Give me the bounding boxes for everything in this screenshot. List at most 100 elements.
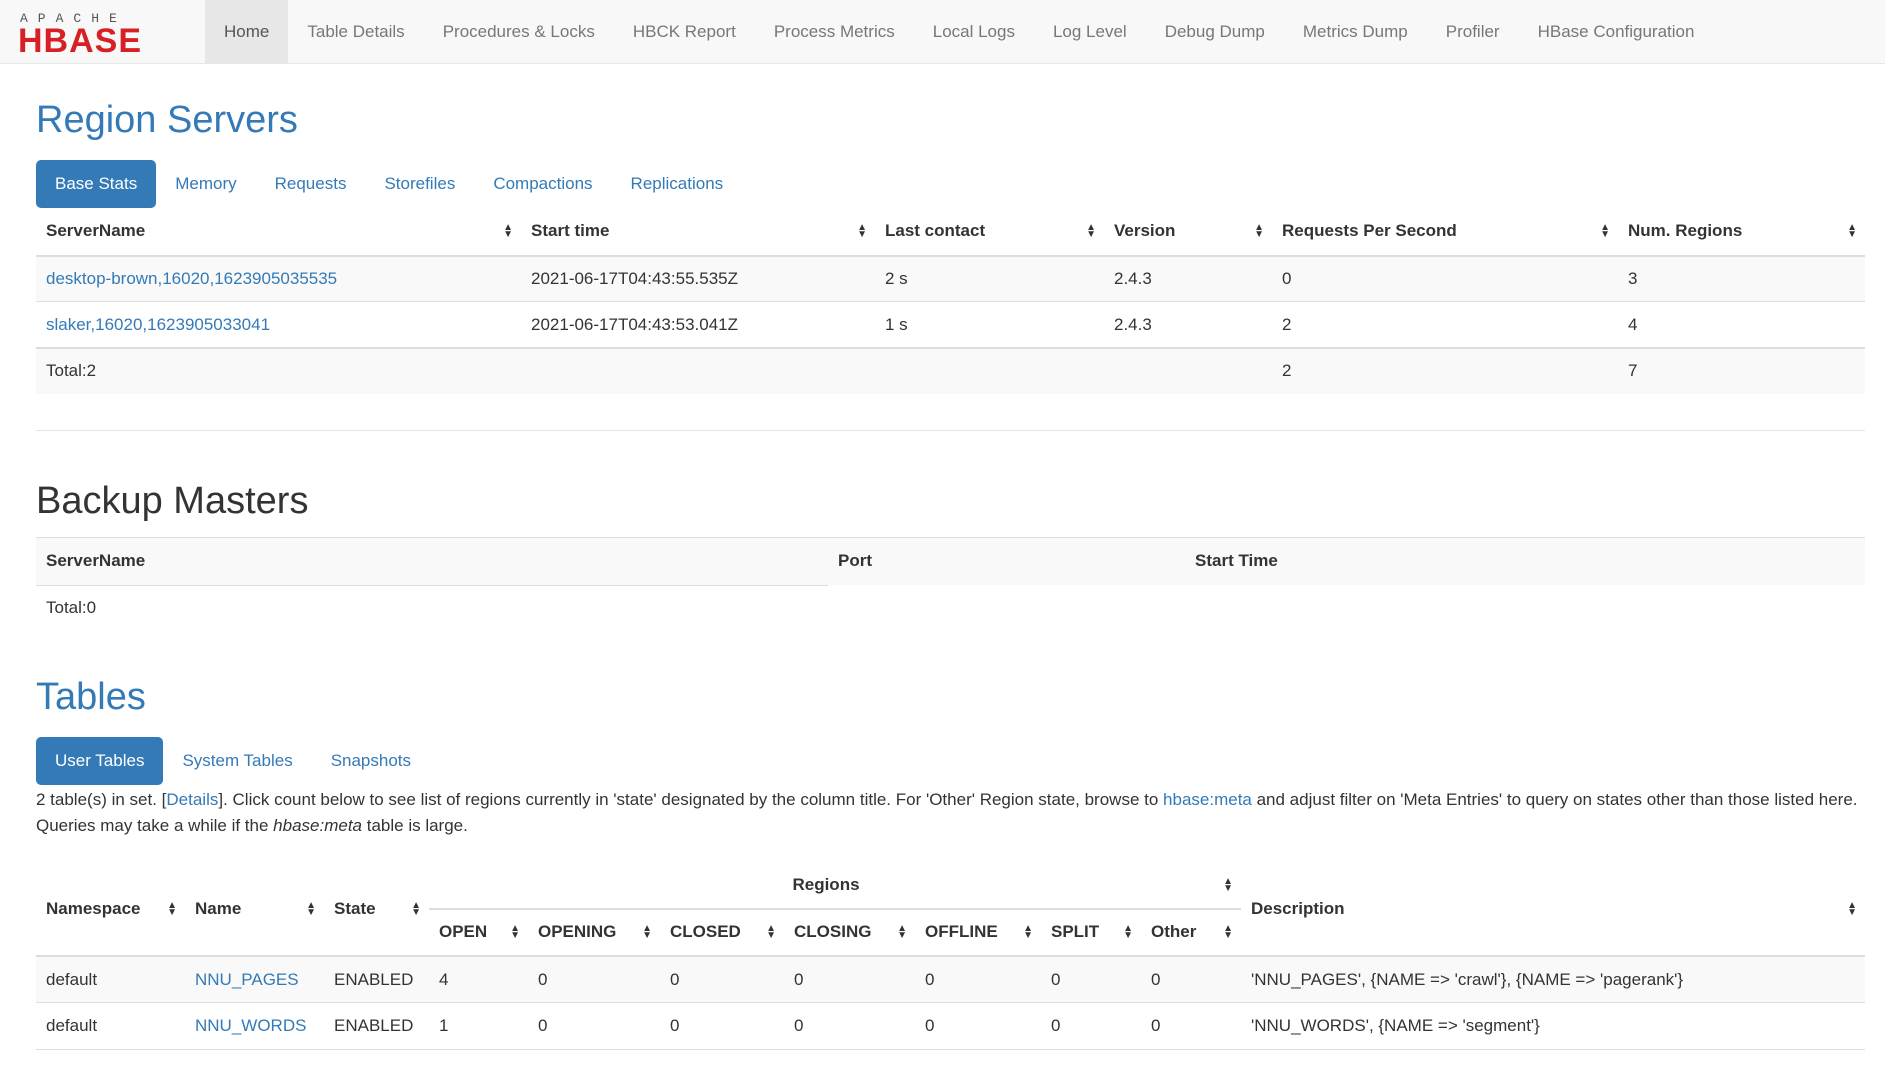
nav-local-logs[interactable]: Local Logs — [914, 0, 1034, 63]
nav-procedures-locks[interactable]: Procedures & Locks — [424, 0, 614, 63]
tab-replications[interactable]: Replications — [612, 160, 743, 208]
sort-icon: ▲ ▼ — [857, 222, 867, 241]
table-name-link[interactable]: NNU_PAGES — [195, 970, 299, 989]
tab-system-tables[interactable]: System Tables — [163, 737, 311, 785]
namespace-cell: default — [36, 955, 185, 1003]
col-opening[interactable]: OPENING ▲ ▼ — [528, 909, 660, 956]
col-closed[interactable]: CLOSED ▲ ▼ — [660, 909, 784, 956]
total-label: Total:2 — [46, 361, 97, 381]
col-num-regions[interactable]: Num. Regions ▲ ▼ — [1618, 208, 1865, 256]
nav-profiler[interactable]: Profiler — [1427, 0, 1519, 63]
opening-count[interactable]: 0 — [528, 1003, 660, 1050]
nav-process-metrics[interactable]: Process Metrics — [755, 0, 914, 63]
col-servername[interactable]: ServerName ▲ ▼ — [36, 208, 521, 256]
col-offline[interactable]: OFFLINE ▲ ▼ — [915, 909, 1041, 956]
tab-requests[interactable]: Requests — [256, 160, 366, 208]
open-count[interactable]: 4 — [429, 955, 528, 1003]
sort-icon: ▲ ▼ — [411, 899, 421, 918]
offline-count[interactable]: 0 — [915, 955, 1041, 1003]
start-time-cell: 2021-06-17T04:43:55.535Z — [531, 269, 738, 289]
tab-storefiles[interactable]: Storefiles — [365, 160, 474, 208]
col-name[interactable]: Name ▲ ▼ — [185, 863, 324, 956]
col-split[interactable]: SPLIT ▲ ▼ — [1041, 909, 1141, 956]
col-bm-port: Port — [838, 551, 872, 571]
col-requests-per-second[interactable]: Requests Per Second ▲ ▼ — [1272, 208, 1618, 256]
table-row: desktop-brown,16020,1623905035535 2021-0… — [36, 255, 1865, 302]
tables-description: 2 table(s) in set. [Details]. Click coun… — [36, 789, 1858, 835]
col-closing[interactable]: CLOSING ▲ ▼ — [784, 909, 915, 956]
closed-count[interactable]: 0 — [660, 955, 784, 1003]
brand[interactable]: APACHE HBASE — [0, 0, 205, 63]
sort-icon: ▲ ▼ — [1254, 222, 1264, 241]
backup-masters-title: Backup Masters — [36, 479, 309, 522]
total-row: Total:2 2 7 — [36, 347, 1865, 394]
total-regions: 7 — [1628, 361, 1638, 381]
closed-count[interactable]: 0 — [660, 1003, 784, 1050]
col-bm-start-time: Start Time — [1195, 551, 1278, 571]
sort-icon: ▲ ▼ — [1086, 222, 1096, 241]
backup-masters-table: ServerName Port Start Time Total:0 — [36, 537, 1865, 632]
tab-base-stats[interactable]: Base Stats — [36, 159, 157, 208]
main-content: Region Servers Base Stats Memory Request… — [0, 99, 1885, 1080]
sort-icon: ▲ ▼ — [1123, 923, 1133, 942]
col-regions[interactable]: Regions ▲ ▼ — [429, 862, 1241, 910]
sort-icon: ▲ ▼ — [503, 222, 513, 241]
last-contact-cell: 1 s — [885, 314, 908, 334]
nav-debug-dump[interactable]: Debug Dump — [1146, 0, 1284, 63]
svg-text:HBASE: HBASE — [18, 22, 142, 54]
col-last-contact[interactable]: Last contact ▲ ▼ — [875, 208, 1104, 256]
details-link[interactable]: Details — [166, 790, 218, 809]
tab-snapshots[interactable]: Snapshots — [312, 737, 430, 785]
opening-count[interactable]: 0 — [528, 955, 660, 1003]
server-link[interactable]: desktop-brown,16020,1623905035535 — [46, 269, 337, 288]
version-cell: 2.4.3 — [1114, 314, 1152, 334]
col-version[interactable]: Version ▲ ▼ — [1104, 208, 1272, 256]
region-servers-title: Region Servers — [36, 99, 298, 141]
split-count[interactable]: 0 — [1041, 955, 1141, 1003]
col-open[interactable]: OPEN ▲ ▼ — [429, 909, 528, 956]
table-name-link[interactable]: NNU_WORDS — [195, 1016, 306, 1035]
col-bm-servername: ServerName — [36, 537, 828, 586]
nav-log-level[interactable]: Log Level — [1034, 0, 1146, 63]
col-namespace[interactable]: Namespace ▲ ▼ — [36, 863, 185, 956]
nav-hbck-report[interactable]: HBCK Report — [614, 0, 755, 63]
sort-icon: ▲ ▼ — [1847, 222, 1857, 241]
col-description[interactable]: Description ▲ ▼ — [1241, 863, 1865, 956]
col-other[interactable]: Other ▲ ▼ — [1141, 909, 1241, 956]
tab-memory[interactable]: Memory — [156, 160, 255, 208]
split-count[interactable]: 0 — [1041, 1003, 1141, 1050]
user-tables-table: Namespace ▲ ▼ Name ▲ ▼ State ▲ ▼ Regions ▲ ▼ Des… — [36, 862, 1865, 1051]
total-row: Total:0 — [36, 585, 1865, 631]
nav-home[interactable]: Home — [205, 0, 289, 63]
sort-icon: ▲ ▼ — [510, 923, 520, 942]
col-state[interactable]: State ▲ ▼ — [324, 863, 429, 956]
tab-compactions[interactable]: Compactions — [474, 160, 611, 208]
region-servers-table: ServerName ▲ ▼ Start time ▲ ▼ Last contact ▲ ▼… — [36, 208, 1865, 394]
bm-total: Total:0 — [46, 598, 97, 618]
hbase-meta-link[interactable]: hbase:meta — [1163, 790, 1252, 809]
closing-count[interactable]: 0 — [784, 955, 915, 1003]
sort-icon: ▲ ▼ — [1600, 222, 1610, 241]
nav-hbase-configuration[interactable]: HBase Configuration — [1519, 0, 1714, 63]
server-link[interactable]: slaker,16020,1623905033041 — [46, 315, 270, 334]
num-regions-cell: 3 — [1628, 269, 1638, 289]
nav-metrics-dump[interactable]: Metrics Dump — [1284, 0, 1427, 63]
offline-count[interactable]: 0 — [915, 1003, 1041, 1050]
other-count[interactable]: 0 — [1141, 955, 1241, 1003]
requests-cell: 2 — [1282, 314, 1292, 334]
sort-icon: ▲ ▼ — [897, 923, 907, 942]
nav-table-details[interactable]: Table Details — [288, 0, 423, 63]
start-time-cell: 2021-06-17T04:43:53.041Z — [531, 314, 738, 334]
col-start-time[interactable]: Start time ▲ ▼ — [521, 208, 875, 256]
open-count[interactable]: 1 — [429, 1003, 528, 1050]
state-cell: ENABLED — [324, 955, 429, 1003]
top-navbar: APACHE HBASE Home Table Details Procedur… — [0, 0, 1885, 64]
table-row: default NNU_WORDS ENABLED 1 0 0 0 0 0 0 … — [36, 1003, 1865, 1050]
sort-icon: ▲ ▼ — [1223, 923, 1233, 942]
sort-icon: ▲ ▼ — [306, 899, 316, 918]
hbase-logo[interactable]: APACHE HBASE — [18, 10, 188, 54]
tab-user-tables[interactable]: User Tables — [36, 736, 164, 785]
closing-count[interactable]: 0 — [784, 1003, 915, 1050]
other-count[interactable]: 0 — [1141, 1003, 1241, 1050]
state-cell: ENABLED — [334, 1016, 414, 1036]
